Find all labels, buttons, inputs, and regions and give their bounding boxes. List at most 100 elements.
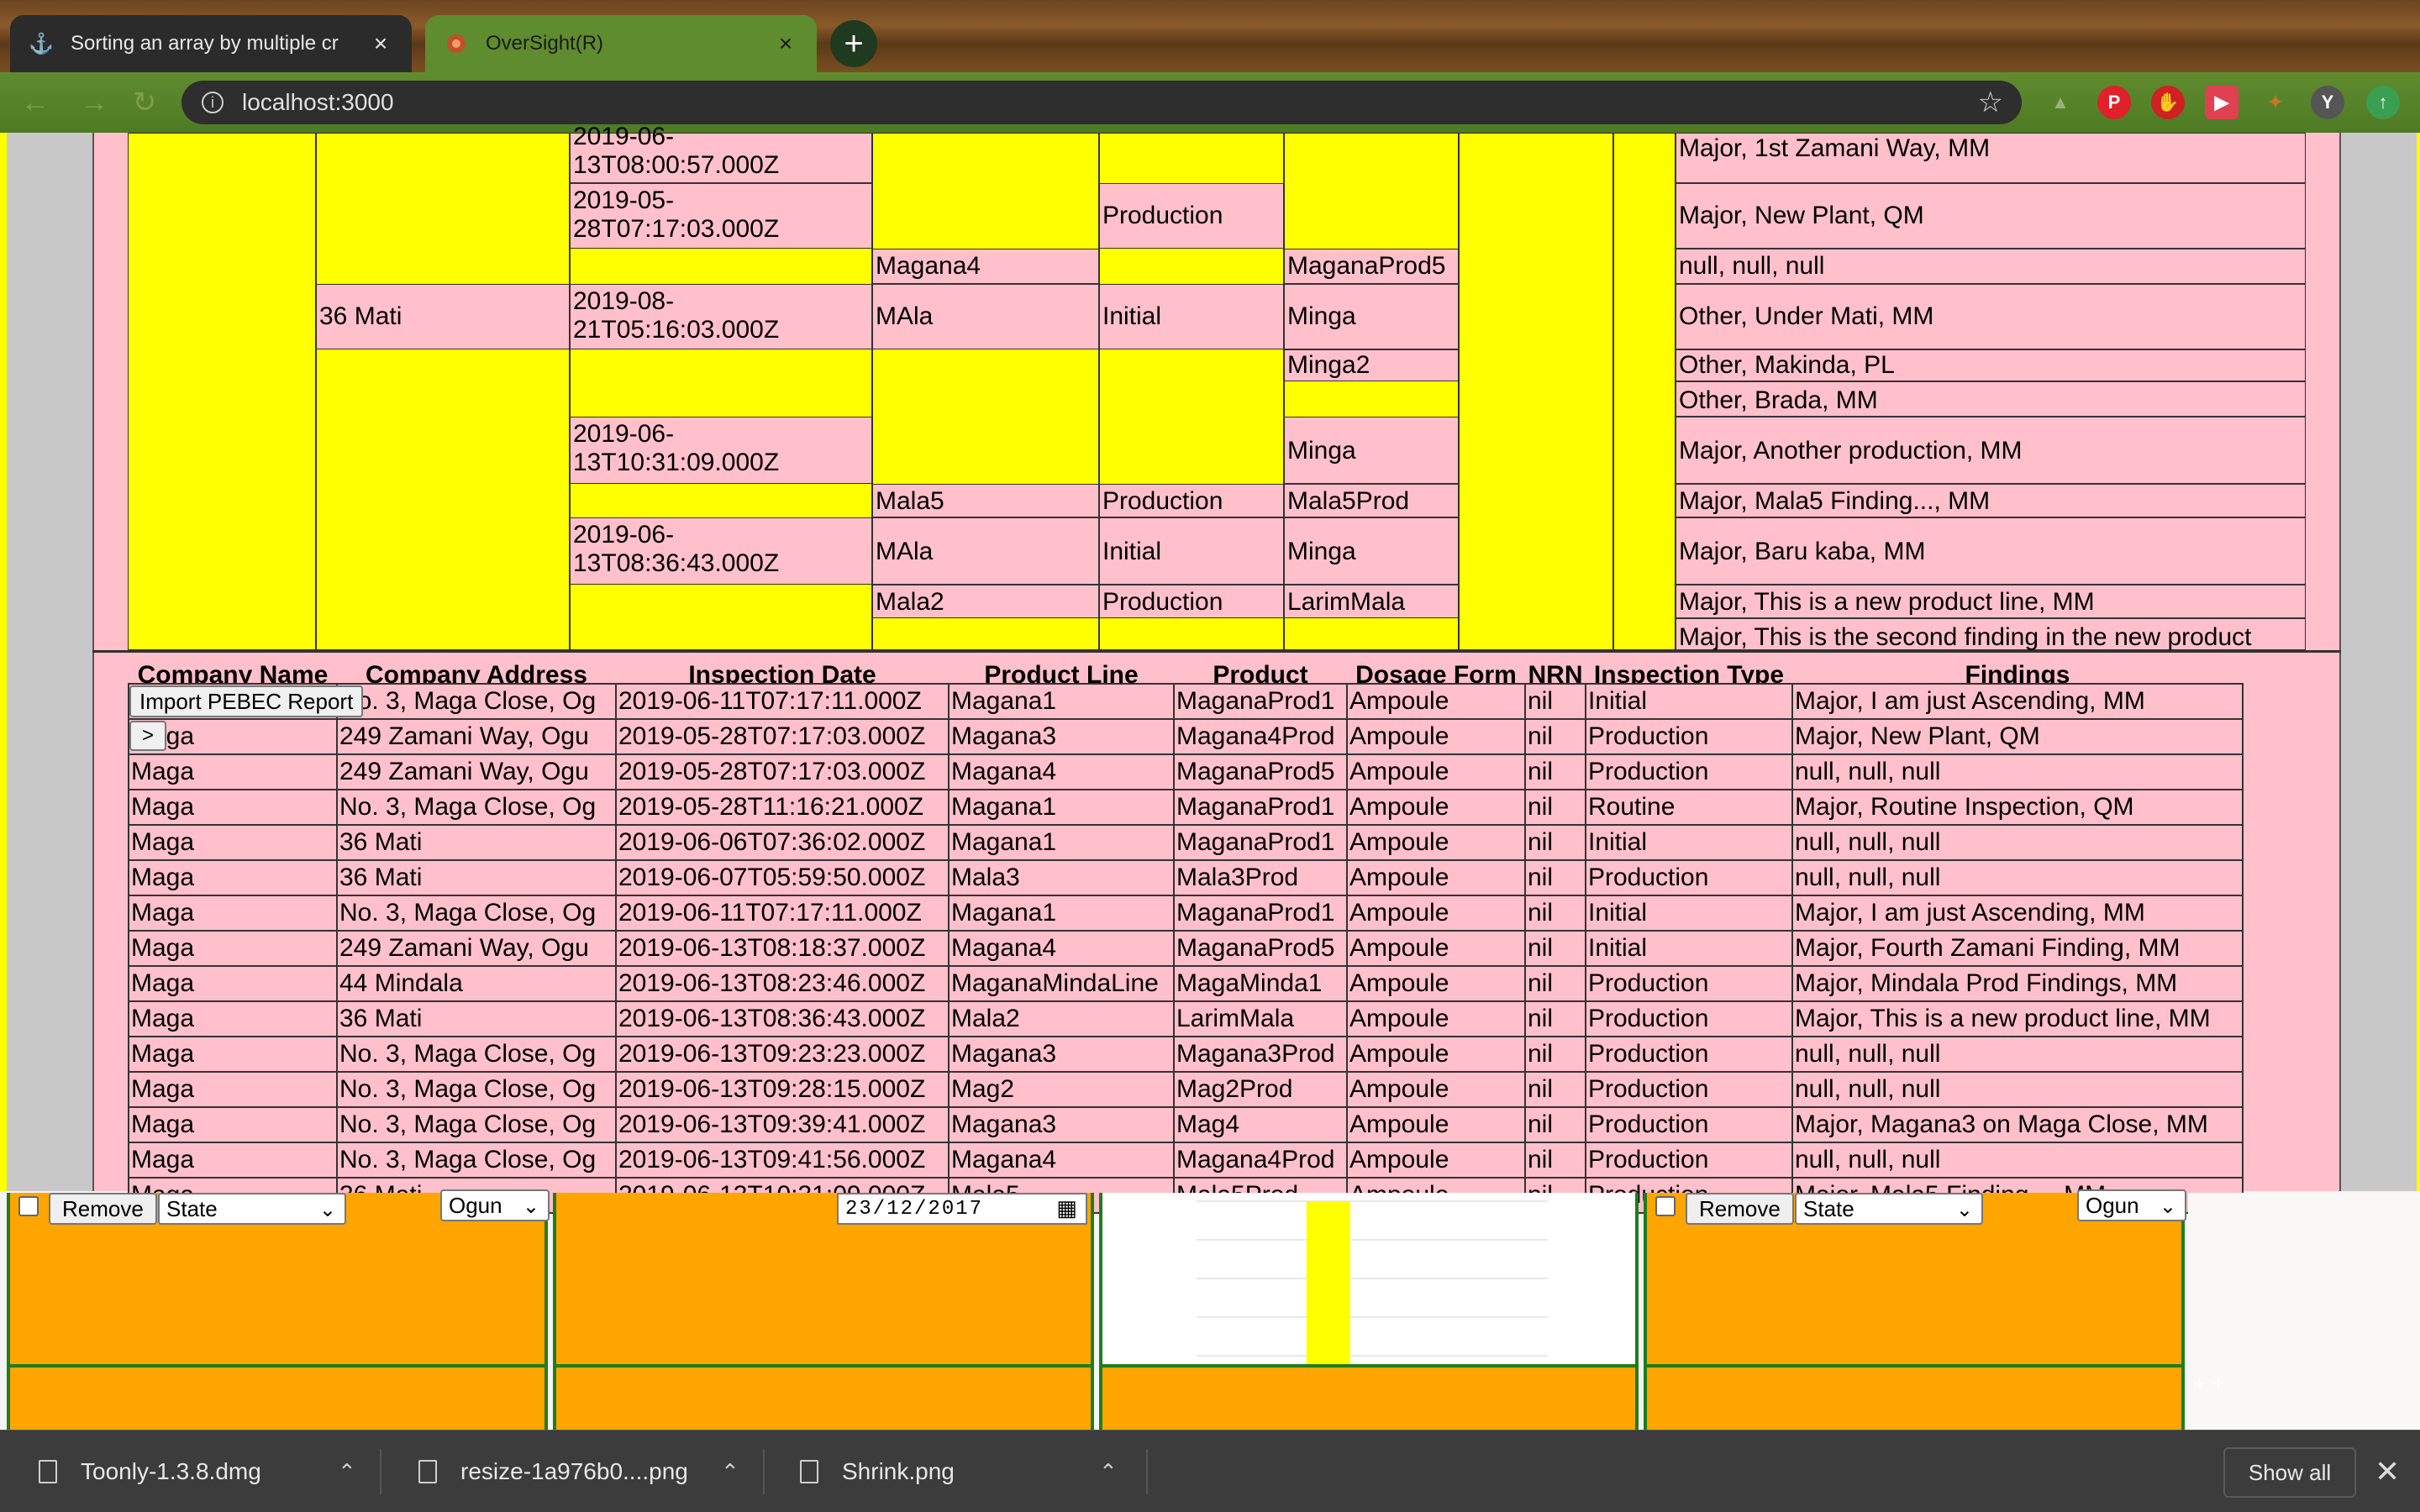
- table-cell: MaganaProd1: [1173, 683, 1348, 720]
- filter-checkbox[interactable]: [1655, 1196, 1676, 1216]
- download-item[interactable]: resize-1a976b0....png ⌃: [418, 1431, 755, 1512]
- table-cell: Production: [1585, 965, 1793, 1002]
- next-button[interactable]: >: [129, 721, 166, 751]
- ogun-select[interactable]: Ogun ⌄: [440, 1189, 550, 1221]
- remove-button[interactable]: Remove: [49, 1193, 157, 1225]
- arrow-up-icon[interactable]: ↑: [2366, 86, 2400, 119]
- avatar[interactable]: Y: [2311, 86, 2344, 119]
- column-header[interactable]: Findings: [1792, 664, 2243, 684]
- table-cell: nil: [1524, 930, 1586, 967]
- download-item[interactable]: Toonly-1.3.8.dmg ⌃: [39, 1431, 366, 1512]
- column-header[interactable]: Inspection Date: [616, 664, 949, 684]
- table-row[interactable]: Maga249 Zamani Way, Ogu2019-05-28T07:17:…: [128, 718, 2244, 755]
- inspection-date: 2019-06-13T08:36:43.000Z: [573, 521, 780, 577]
- table-row[interactable]: Maga No. 3, Maga Close, Og 2019-06-13T09:2…: [128, 1071, 2244, 1108]
- filter-checkbox[interactable]: [18, 1196, 39, 1216]
- back-icon[interactable]: ←: [17, 84, 54, 121]
- column-header[interactable]: Dosage Form: [1347, 664, 1525, 684]
- chevron-up-icon[interactable]: ⌃: [338, 1459, 356, 1485]
- product: Mala5Prod: [1287, 487, 1410, 515]
- info-icon[interactable]: i: [202, 92, 224, 113]
- table-row[interactable]: Maga No. 3, Maga Close, Og 2019-05-28T11:1…: [128, 789, 2244, 826]
- remove-button[interactable]: Remove: [1686, 1193, 1794, 1225]
- column-header[interactable]: Inspection Type: [1586, 664, 1792, 684]
- table-cell: Maga: [128, 1036, 338, 1073]
- table-cell: nil: [1524, 1106, 1586, 1143]
- table-cell: 2019-06-13T09:23:23.000Z: [615, 1036, 950, 1073]
- table-cell: nil: [1524, 895, 1586, 932]
- table-row[interactable]: Maga249 Zamani Way, Ogu2019-05-28T07:17:…: [128, 753, 2244, 790]
- table-cell: 2019-06-13T09:28:15.000Z: [615, 1071, 950, 1108]
- inspection-type: Production: [1102, 487, 1223, 515]
- table-cell: Major, I am just Ascending, MM: [1791, 683, 2244, 720]
- table-cell: 2019-06-13T08:18:37.000Z: [615, 930, 950, 967]
- close-icon[interactable]: ✕: [2375, 1454, 2400, 1489]
- new-tab-button[interactable]: +: [830, 20, 877, 67]
- ogun-select-label: Ogun: [2086, 1192, 2139, 1218]
- section-divider: [92, 650, 2341, 653]
- tab-sorting-array[interactable]: ⚓ Sorting an array by multiple cr ×: [10, 15, 412, 72]
- table-row[interactable]: MagaNo. 3, Maga Close, Og2019-06-11T07:1…: [128, 683, 2244, 720]
- plus-icons[interactable]: + +: [2193, 1371, 2225, 1397]
- hand-icon[interactable]: ✋: [2151, 86, 2185, 119]
- chevron-up-icon[interactable]: ⌃: [1099, 1459, 1118, 1485]
- forward-icon[interactable]: →: [76, 84, 113, 121]
- inspection-type: Production: [1102, 202, 1223, 229]
- table-cell: 249 Zamani Way, Ogu: [336, 930, 617, 967]
- column-header[interactable]: Product: [1174, 664, 1347, 684]
- inspection-type: Initial: [1102, 302, 1162, 330]
- table-cell: No. 3, Maga Close, Og: [336, 789, 617, 826]
- inspection-date: 2019-05-28T07:17:03.000Z: [573, 186, 780, 243]
- chevron-up-icon[interactable]: ⌃: [721, 1459, 739, 1485]
- table-row[interactable]: Maga 36 Mati 2019-06-13T08:36:43.000Z Mala2…: [128, 1000, 2244, 1037]
- reload-icon[interactable]: ↻: [126, 84, 163, 121]
- product: LarimMala: [1287, 588, 1406, 616]
- table-cell: Maga: [128, 1000, 338, 1037]
- star-icon[interactable]: ☆: [1978, 86, 2003, 119]
- table-cell: null, null, null: [1791, 1071, 2244, 1108]
- state-select[interactable]: State ⌄: [158, 1193, 346, 1225]
- table-cell: Production: [1585, 718, 1793, 755]
- download-item[interactable]: Shrink.png ⌃: [800, 1431, 1136, 1512]
- download-filename: Shrink.png: [842, 1458, 955, 1484]
- calendar-icon[interactable]: ▦: [1056, 1196, 1079, 1222]
- table-cell: 2019-05-28T07:17:03.000Z: [615, 753, 950, 790]
- table-cell: nil: [1524, 965, 1586, 1002]
- table-row[interactable]: Maga 249 Zamani Way, Ogu 2019-06-13T08:18:…: [128, 930, 2244, 967]
- ogun-select[interactable]: Ogun ⌄: [2077, 1189, 2186, 1221]
- pinterest-icon[interactable]: P: [2097, 86, 2131, 119]
- table-cell: null, null, null: [1791, 753, 2244, 790]
- state-select[interactable]: State ⌄: [1795, 1193, 1983, 1225]
- table-row[interactable]: Maga 36 Mati 2019-06-06T07:36:02.000Z Magan…: [128, 824, 2244, 861]
- drive-icon[interactable]: ▲: [2044, 86, 2077, 119]
- table-cell: Ampoule: [1346, 824, 1526, 861]
- table-row[interactable]: Maga No. 3, Maga Close, Og 2019-06-13T09:2…: [128, 1036, 2244, 1073]
- camera-icon[interactable]: ▶: [2205, 86, 2238, 119]
- table-cell: 2019-05-28T11:16:21.000Z: [615, 789, 950, 826]
- column-header[interactable]: Product Line: [949, 664, 1174, 684]
- table-cell: 2019-06-06T07:36:02.000Z: [615, 824, 950, 861]
- table-row[interactable]: Maga No. 3, Maga Close, Og 2019-06-13T09:3…: [128, 1106, 2244, 1143]
- table-row[interactable]: Maga No. 3, Maga Close, Og 2019-06-13T09:4…: [128, 1142, 2244, 1179]
- table-cell: Magana4: [948, 753, 1175, 790]
- finding: Major, Mala5 Finding..., MM: [1679, 487, 1991, 515]
- column-header[interactable]: Company Name: [129, 664, 337, 684]
- column-header[interactable]: NRN: [1525, 664, 1586, 684]
- table-cell: Major, Magana3 on Maga Close, MM: [1791, 1106, 2244, 1143]
- download-filename: Toonly-1.3.8.dmg: [81, 1458, 261, 1484]
- show-all-button[interactable]: Show all: [2223, 1447, 2356, 1498]
- column-header[interactable]: Company Address: [337, 664, 616, 684]
- puzzle-icon[interactable]: ✦: [2259, 86, 2292, 119]
- nrn-column: [1613, 133, 1676, 650]
- close-icon[interactable]: ×: [368, 30, 393, 57]
- date-input[interactable]: 23/12/2017 ▦: [837, 1193, 1087, 1225]
- table-row[interactable]: Maga 36 Mati 2019-06-07T05:59:50.000Z Mala3…: [128, 859, 2244, 896]
- table-cell: Magana1: [948, 895, 1175, 932]
- tab-oversight[interactable]: OverSight(R) ×: [425, 15, 817, 72]
- divider: [1146, 1449, 1148, 1494]
- table-row[interactable]: Maga 44 Mindala 2019-06-13T08:23:46.000Z Ma…: [128, 965, 2244, 1002]
- close-icon[interactable]: ×: [773, 30, 798, 57]
- import-pebec-report-button[interactable]: Import PEBEC Report: [129, 685, 364, 717]
- address-bar[interactable]: i localhost:3000 ☆: [182, 81, 2022, 124]
- table-row[interactable]: MagaNo. 3, Maga Close, Og2019-06-11T07:1…: [128, 895, 2244, 932]
